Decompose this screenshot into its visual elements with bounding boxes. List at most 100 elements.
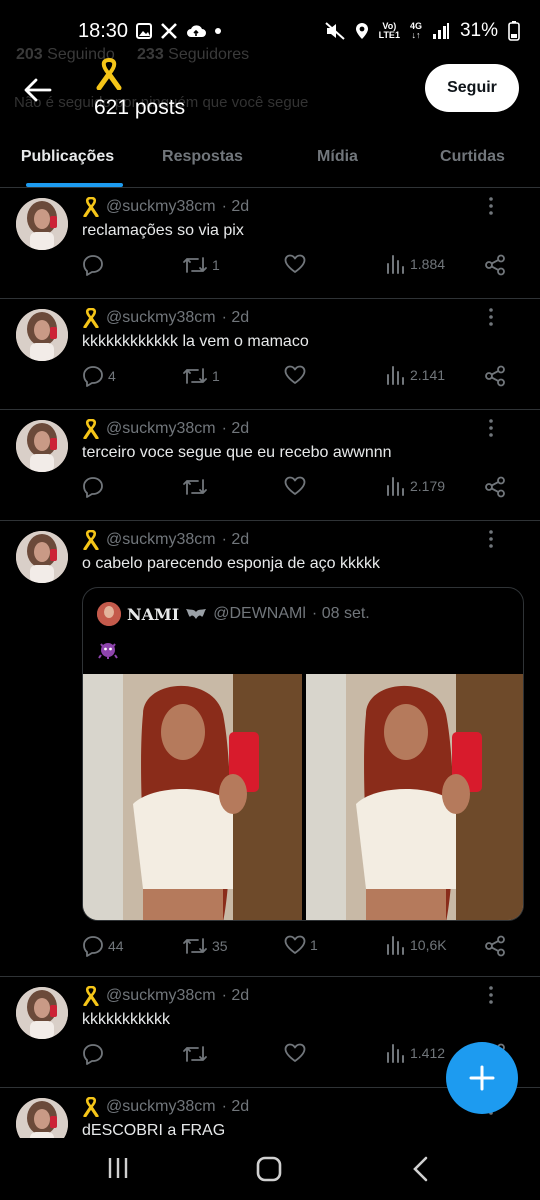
tweet[interactable]: @suckmy38cm · 2d kkkkkkkkkkkk la vem o mam… — [0, 299, 540, 410]
compose-button[interactable] — [446, 1042, 518, 1114]
views-icon — [387, 255, 404, 274]
tweet-header: @suckmy38cm · 2d — [82, 197, 249, 217]
more-options-icon[interactable] — [486, 418, 496, 438]
avatar[interactable] — [16, 420, 68, 472]
retweet-button[interactable]: 1 — [182, 365, 220, 387]
location-icon — [355, 23, 368, 39]
tweet-handle[interactable]: @suckmy38cm — [106, 198, 216, 216]
back-arrow-icon[interactable] — [22, 74, 54, 106]
tweet-text: kkkkkkkkkkk — [82, 1011, 170, 1028]
network-type: 4G ↓↑ — [409, 21, 422, 40]
retweet-icon — [183, 479, 207, 495]
views-icon — [387, 1044, 404, 1063]
quote-time: · 08 set. — [311, 605, 370, 622]
retweet-button[interactable] — [182, 476, 212, 498]
quoted-tweet[interactable]: NAMI @DEWNAMl · 08 set. — [82, 587, 524, 921]
posts-count: 621 posts — [94, 96, 186, 119]
retweet-count: 1 — [212, 368, 220, 384]
quote-photo[interactable] — [306, 674, 523, 920]
follow-button[interactable]: Seguir — [425, 64, 519, 112]
ribbon-icon — [83, 419, 99, 439]
views-button[interactable]: 10,6K — [386, 935, 447, 955]
reply-button[interactable]: 44 — [82, 935, 124, 957]
gallery-notification-icon — [136, 23, 152, 39]
reply-button[interactable] — [82, 476, 108, 498]
quote-handle: @DEWNAMl — [213, 605, 306, 622]
share-button[interactable] — [484, 935, 506, 957]
reply-icon — [83, 366, 103, 387]
tab-curtidas[interactable]: Curtidas — [405, 134, 540, 187]
avatar[interactable] — [16, 309, 68, 361]
profile-tabs: Publicações Respostas Mídia Curtidas — [0, 134, 540, 188]
view-count: 1.412 — [410, 1045, 446, 1061]
like-button[interactable]: 1 — [284, 935, 318, 955]
tweet-time: · 2d — [221, 420, 250, 437]
ribbon-icon — [83, 986, 99, 1006]
signal-icon — [432, 23, 449, 39]
tweet-handle[interactable]: @suckmy38cm — [106, 531, 216, 549]
ribbon-icon — [83, 1097, 99, 1117]
tweet[interactable]: @suckmy38cm · 2d terceiro voce segue que e… — [0, 410, 540, 521]
views-button[interactable]: 1.884 — [386, 254, 445, 274]
share-icon — [485, 254, 505, 276]
tweet[interactable]: @suckmy38cm · 2d reclamações so via pix 1 1.… — [0, 188, 540, 299]
like-count: 1 — [310, 937, 318, 953]
view-count: 10,6K — [410, 937, 447, 953]
avatar[interactable] — [16, 987, 68, 1039]
tab-midia[interactable]: Mídia — [270, 134, 405, 187]
plus-icon — [469, 1065, 495, 1091]
tweet-handle[interactable]: @suckmy38cm — [106, 987, 216, 1005]
tweet-time: · 2d — [221, 531, 250, 548]
retweet-icon — [183, 257, 207, 273]
retweet-button[interactable]: 35 — [182, 935, 228, 957]
reply-icon — [83, 477, 103, 498]
back-nav-icon[interactable] — [410, 1156, 430, 1182]
retweet-button[interactable]: 1 — [182, 254, 220, 276]
retweet-button[interactable] — [182, 1043, 212, 1065]
share-button[interactable] — [484, 365, 506, 387]
more-options-icon[interactable] — [486, 307, 496, 327]
share-icon — [485, 476, 505, 498]
like-button[interactable] — [284, 476, 310, 496]
like-button[interactable] — [284, 365, 310, 385]
views-button[interactable]: 2.179 — [386, 476, 445, 496]
tweet-actions: 4 1 2.141 — [82, 365, 512, 391]
more-options-icon[interactable] — [486, 196, 496, 216]
tweet-handle[interactable]: @suckmy38cm — [106, 420, 216, 438]
views-button[interactable]: 2.141 — [386, 365, 445, 385]
views-button[interactable]: 1.412 — [386, 1043, 445, 1063]
more-options-icon[interactable] — [486, 985, 496, 1005]
share-button[interactable] — [484, 254, 506, 276]
retweet-count: 35 — [212, 938, 228, 954]
like-icon — [284, 476, 306, 495]
avatar[interactable] — [16, 531, 68, 583]
tweet-handle[interactable]: @suckmy38cm — [106, 1098, 216, 1116]
recent-apps-icon[interactable] — [106, 1156, 130, 1180]
reply-button[interactable]: 4 — [82, 365, 116, 387]
more-options-icon[interactable] — [486, 529, 496, 549]
like-button[interactable] — [284, 1043, 310, 1063]
avatar[interactable] — [16, 1098, 68, 1138]
share-icon — [485, 935, 505, 957]
reply-button[interactable] — [82, 254, 108, 276]
views-icon — [387, 477, 404, 496]
tweet-header: @suckmy38cm · 2d — [82, 419, 249, 439]
home-icon[interactable] — [256, 1156, 282, 1182]
reply-button[interactable] — [82, 1043, 108, 1065]
like-icon — [284, 365, 306, 384]
tab-publicacoes[interactable]: Publicações — [0, 134, 135, 187]
dot-icon — [215, 28, 221, 34]
quote-photo[interactable] — [83, 674, 302, 920]
retweet-icon — [183, 1046, 207, 1062]
retweet-count: 1 — [212, 257, 220, 273]
tweet-handle[interactable]: @suckmy38cm — [106, 309, 216, 327]
tweet[interactable]: @suckmy38cm · 2d o cabelo parecendo esponj… — [0, 521, 540, 977]
like-button[interactable] — [284, 254, 310, 274]
share-button[interactable] — [484, 476, 506, 498]
views-icon — [387, 366, 404, 385]
view-count: 2.179 — [410, 478, 446, 494]
system-nav-bar — [0, 1138, 540, 1200]
tab-respostas[interactable]: Respostas — [135, 134, 270, 187]
avatar[interactable] — [16, 198, 68, 250]
retweet-icon — [183, 368, 207, 384]
